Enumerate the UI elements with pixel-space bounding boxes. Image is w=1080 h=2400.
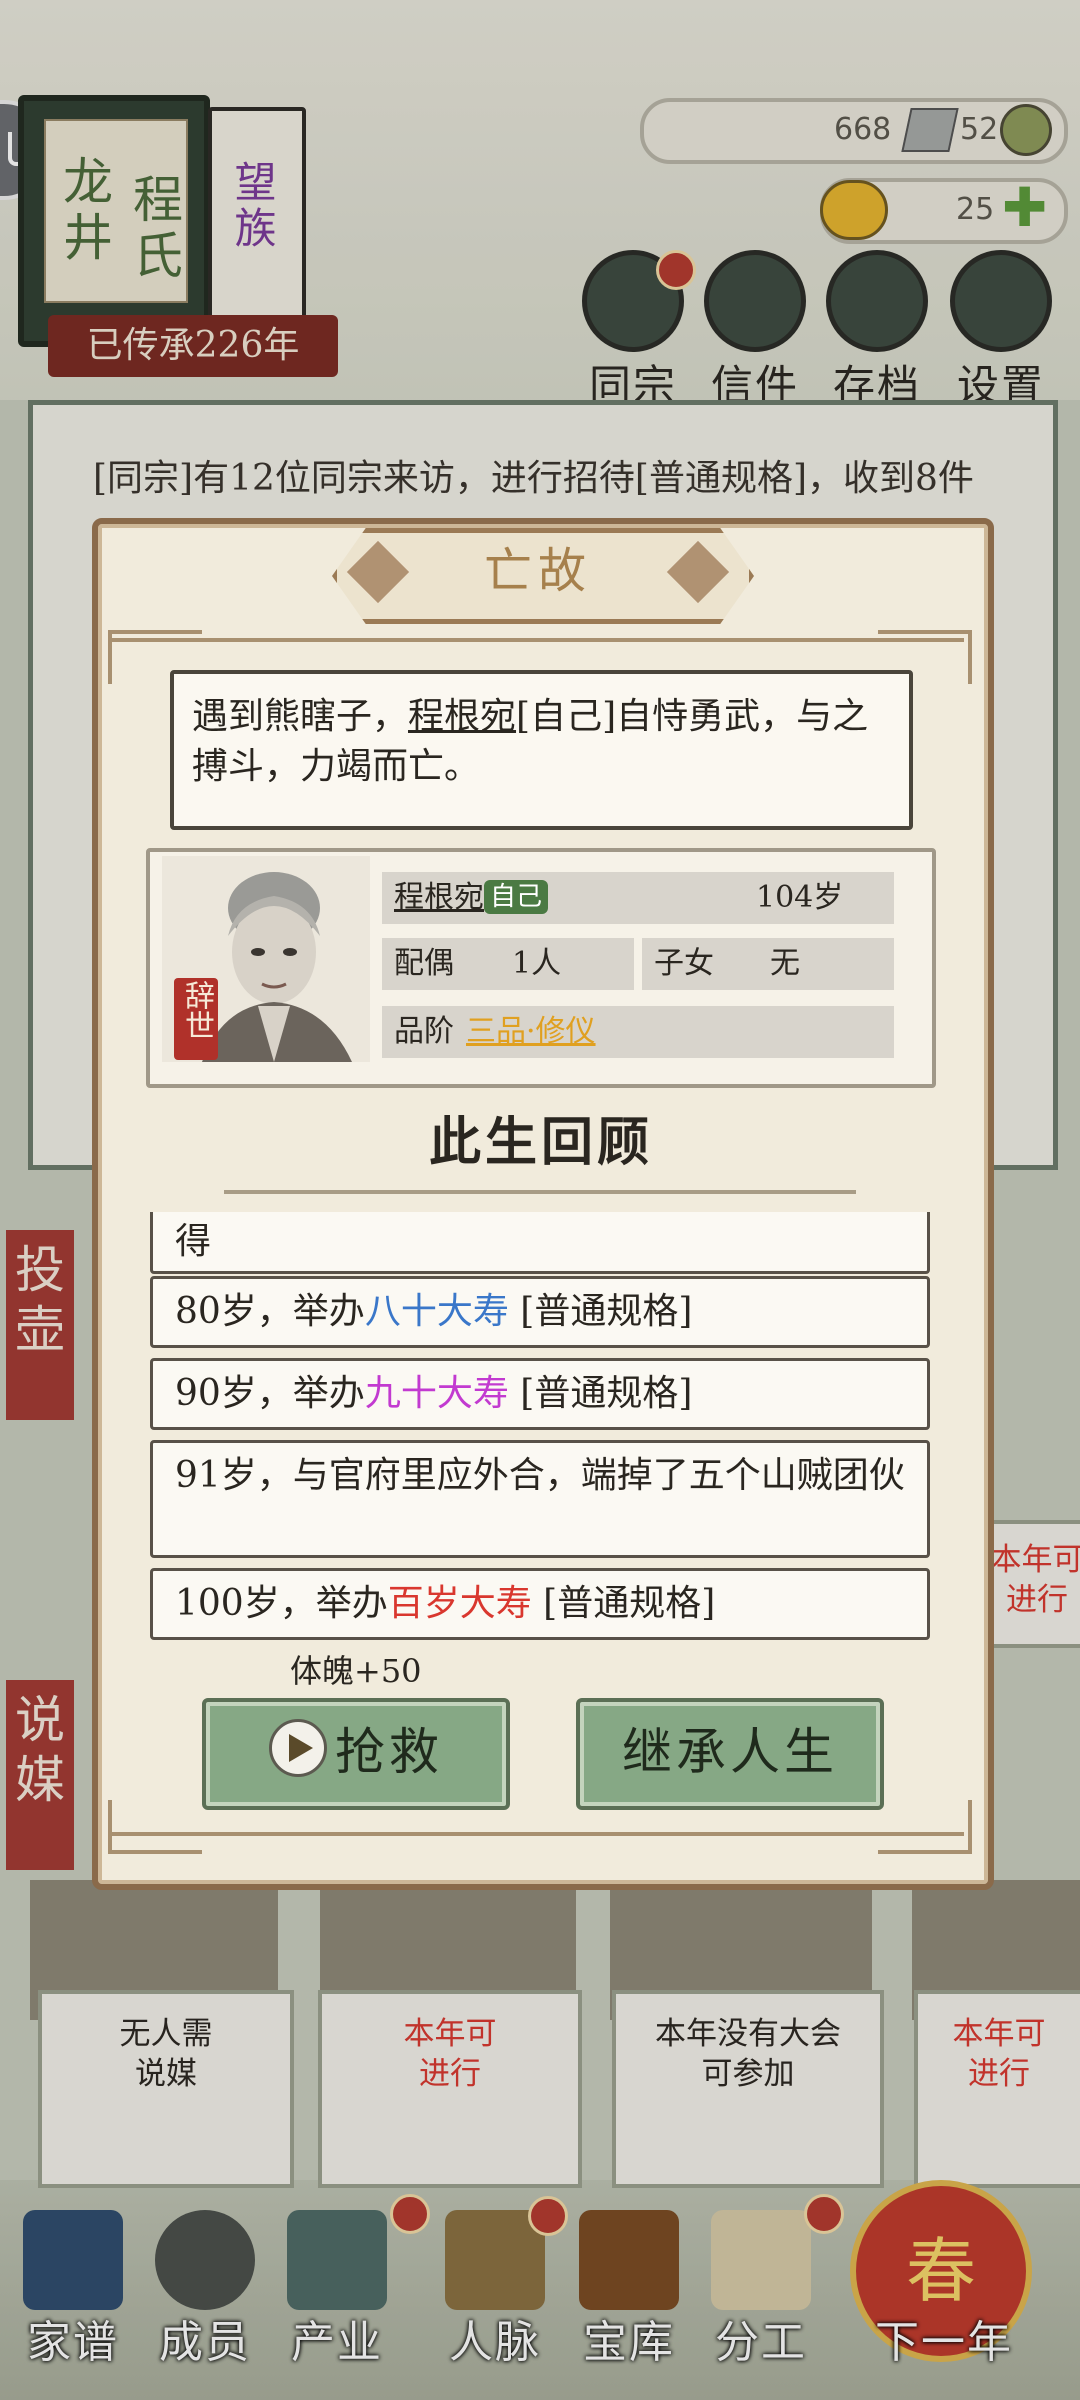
person-age: 104岁 xyxy=(756,880,844,915)
entry-suffix: [普通规格] xyxy=(508,1291,693,1332)
entry-highlight: 百岁大寿 xyxy=(387,1583,532,1624)
life-review-title: 此生回顾 xyxy=(428,1112,653,1173)
frame-corner-bl xyxy=(108,1800,202,1854)
inherit-life-label: 继承人生 xyxy=(622,1723,838,1781)
entry-suffix: [普通规格] xyxy=(508,1373,693,1414)
spouse-label: 配偶 xyxy=(394,946,454,981)
children-label: 子女 xyxy=(654,946,714,981)
entry-prefix: 100岁，举办 xyxy=(175,1583,388,1624)
frame-top-line xyxy=(108,638,964,642)
list-item: 91岁，与官府里应外合，端掉了五个山贼团伙 xyxy=(150,1440,930,1558)
list-item: 100岁，举办百岁大寿 [普通规格] xyxy=(150,1568,930,1640)
death-description: 遇到熊瞎子，程根宛[自己]自恃勇武，与之搏斗，力竭而亡。 xyxy=(170,670,913,830)
children-value: 无 xyxy=(770,946,800,981)
entry-text: 得 xyxy=(175,1221,212,1262)
entry-prefix: 90岁，举办 xyxy=(175,1373,365,1414)
rank-label: 品阶 xyxy=(394,1014,454,1049)
deceased-seal-text: 辞世 xyxy=(179,980,214,1040)
self-badge: 自己 xyxy=(484,880,549,914)
person-name-row: 程根宛 自己 104岁 xyxy=(382,872,894,924)
play-video-icon xyxy=(269,1719,327,1777)
inherit-life-button[interactable]: 继承人生 xyxy=(576,1698,884,1810)
entry-highlight: 九十大寿 xyxy=(364,1373,509,1414)
desc-prefix: 遇到熊瞎子， xyxy=(192,696,409,737)
deceased-seal: 辞世 xyxy=(174,978,218,1060)
rank-link[interactable]: 三品·修仪 xyxy=(466,1006,596,1058)
entry-text: 90岁，举办九十大寿 [普通规格] xyxy=(175,1369,905,1419)
list-item: 90岁，举办九十大寿 [普通规格] xyxy=(150,1358,930,1430)
list-item: 80岁，举办八十大寿 [普通规格] xyxy=(150,1276,930,1348)
life-review-list[interactable]: 得 80岁，举办八十大寿 [普通规格] 90岁，举办九十大寿 [普通规格] 91… xyxy=(150,1212,930,1642)
bonus-text: 体魄+50 xyxy=(290,1652,422,1690)
frame-bottom-line xyxy=(108,1832,964,1836)
modal-title: 亡故 xyxy=(483,543,592,599)
entry-suffix: [普通规格] xyxy=(531,1583,716,1624)
entry-text: 91岁，与官府里应外合，端掉了五个山贼团伙 xyxy=(175,1455,905,1496)
spouse-row: 配偶 1人 xyxy=(382,938,634,990)
desc-person-name[interactable]: 程根宛 xyxy=(408,696,516,737)
review-title-decoration xyxy=(224,1170,856,1194)
rescue-button[interactable]: 抢救 xyxy=(202,1698,510,1810)
entry-prefix: 80岁，举办 xyxy=(175,1291,365,1332)
entry-text: 80岁，举办八十大寿 [普通规格] xyxy=(175,1287,905,1337)
entry-highlight: 八十大寿 xyxy=(364,1291,509,1332)
frame-corner-br xyxy=(878,1800,972,1854)
entry-text: 100岁，举办百岁大寿 [普通规格] xyxy=(175,1579,905,1629)
death-description-text: 遇到熊瞎子，程根宛[自己]自恃勇武，与之搏斗，力竭而亡。 xyxy=(192,692,891,792)
rescue-label: 抢救 xyxy=(335,1723,443,1781)
rank-row: 品阶 三品·修仪 xyxy=(382,1006,894,1058)
children-row: 子女 无 xyxy=(642,938,894,990)
spouse-value: 1人 xyxy=(512,946,562,981)
person-name[interactable]: 程根宛 xyxy=(394,880,484,915)
list-item: 得 xyxy=(150,1212,930,1274)
